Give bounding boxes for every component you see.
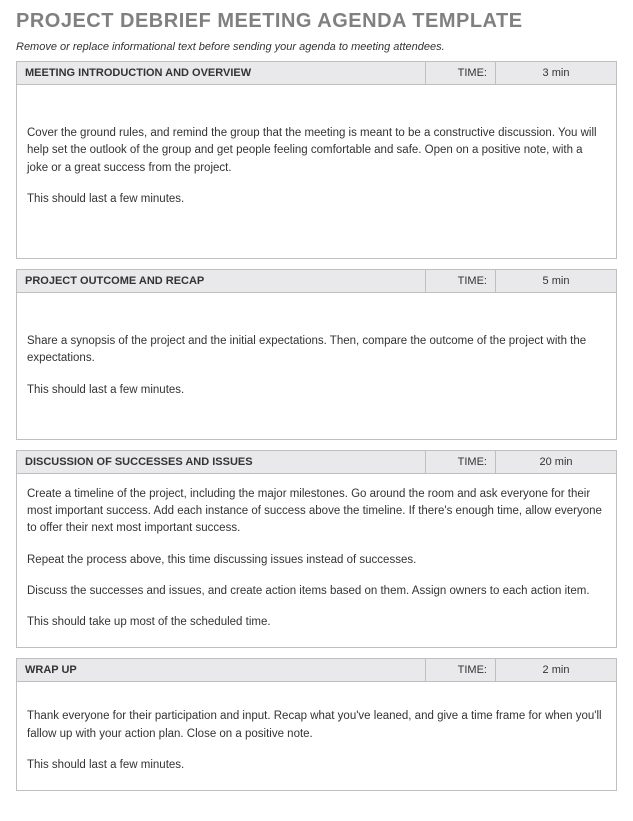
section-meeting-introduction: MEETING INTRODUCTION AND OVERVIEW TIME: …: [16, 61, 617, 259]
section-body: Thank everyone for their participation a…: [17, 682, 616, 790]
body-paragraph: Discuss the successes and issues, and cr…: [27, 583, 606, 600]
section-title: PROJECT OUTCOME AND RECAP: [17, 270, 426, 292]
body-paragraph: This should last a few minutes.: [27, 757, 606, 774]
time-label: TIME:: [426, 451, 496, 473]
time-label: TIME:: [426, 659, 496, 681]
body-paragraph: This should last a few minutes.: [27, 382, 606, 399]
section-wrap-up: WRAP UP TIME: 2 min Thank everyone for t…: [16, 658, 617, 791]
time-value: 3 min: [496, 62, 616, 84]
section-body: Cover the ground rules, and remind the g…: [17, 85, 616, 258]
body-paragraph: Repeat the process above, this time disc…: [27, 552, 606, 569]
time-value: 2 min: [496, 659, 616, 681]
page-title: PROJECT DEBRIEF MEETING AGENDA TEMPLATE: [16, 10, 617, 33]
section-header: DISCUSSION OF SUCCESSES AND ISSUES TIME:…: [17, 451, 616, 474]
time-value: 20 min: [496, 451, 616, 473]
section-discussion-successes-issues: DISCUSSION OF SUCCESSES AND ISSUES TIME:…: [16, 450, 617, 649]
body-paragraph: Share a synopsis of the project and the …: [27, 333, 606, 368]
body-paragraph: Cover the ground rules, and remind the g…: [27, 125, 606, 177]
time-label: TIME:: [426, 62, 496, 84]
time-label: TIME:: [426, 270, 496, 292]
body-paragraph: Thank everyone for their participation a…: [27, 708, 606, 743]
section-project-outcome: PROJECT OUTCOME AND RECAP TIME: 5 min Sh…: [16, 269, 617, 440]
section-title: MEETING INTRODUCTION AND OVERVIEW: [17, 62, 426, 84]
body-paragraph: This should last a few minutes.: [27, 191, 606, 208]
section-header: MEETING INTRODUCTION AND OVERVIEW TIME: …: [17, 62, 616, 85]
section-title: WRAP UP: [17, 659, 426, 681]
section-header: PROJECT OUTCOME AND RECAP TIME: 5 min: [17, 270, 616, 293]
time-value: 5 min: [496, 270, 616, 292]
section-title: DISCUSSION OF SUCCESSES AND ISSUES: [17, 451, 426, 473]
section-body: Share a synopsis of the project and the …: [17, 293, 616, 439]
section-body: Create a timeline of the project, includ…: [17, 474, 616, 648]
intro-text: Remove or replace informational text bef…: [16, 41, 617, 53]
body-paragraph: This should take up most of the schedule…: [27, 614, 606, 631]
section-header: WRAP UP TIME: 2 min: [17, 659, 616, 682]
body-paragraph: Create a timeline of the project, includ…: [27, 486, 606, 538]
